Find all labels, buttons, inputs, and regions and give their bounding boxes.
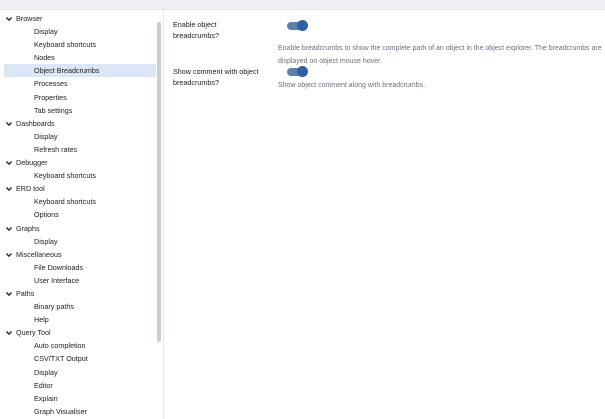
chevron-down-icon[interactable] [5, 120, 13, 128]
tree-item-label: Tab settings [34, 105, 73, 115]
chevron-down-icon[interactable] [5, 159, 13, 167]
preferences-content: Enable object breadcrumbs? Enable breadc… [164, 10, 605, 419]
tree-item-label: Query Tool [16, 328, 51, 338]
sidebar-item-editor[interactable]: Editor [4, 379, 156, 392]
sidebar-item-display[interactable]: Display [4, 366, 156, 379]
tree-item-label: Graphs [16, 223, 40, 233]
tree-group-erd-tool[interactable]: ERD tool [4, 182, 156, 195]
sidebar-item-nodes[interactable]: Nodes [4, 51, 156, 64]
tree-item-label: Display [34, 27, 58, 37]
tree-item-label: Graph Visualiser [34, 406, 88, 416]
tree-group-dashboards[interactable]: Dashboards [4, 117, 156, 130]
tree-item-label: Editor [34, 380, 53, 390]
sidebar-item-help[interactable]: Help [4, 313, 156, 326]
sidebar-item-tab-settings[interactable]: Tab settings [4, 104, 156, 117]
tree-item-label: ERD tool [16, 184, 45, 194]
tree-item-label: Nodes [34, 53, 55, 63]
preferences-tree: Browser Display Keyboard shortcuts Nodes Obj… [4, 12, 156, 418]
tree-item-label: Object Breadcrumbs [34, 66, 100, 76]
sidebar-item-display[interactable]: Display [4, 235, 156, 248]
sidebar-item-csv-txt-output[interactable]: CSV/TXT Output [4, 352, 156, 365]
sidebar-item-display[interactable]: Display [4, 130, 156, 143]
top-bar [0, 0, 605, 10]
chevron-down-icon[interactable] [5, 185, 13, 193]
tree-group-miscellaneous[interactable]: Miscellaneous [4, 248, 156, 261]
tree-item-label: Browser [16, 14, 43, 23]
tree-item-label: Paths [16, 288, 35, 298]
tree-item-label: Keyboard shortcuts [34, 40, 96, 50]
sidebar-scrollbar[interactable] [157, 22, 161, 342]
tree-item-label: CSV/TXT Output [34, 354, 88, 364]
preferences-sidebar: Browser Display Keyboard shortcuts Nodes Obj… [0, 10, 163, 419]
setting-label: Enable object breadcrumbs? [173, 20, 219, 40]
setting-help-text: Show object comment along with breadcrum… [278, 82, 426, 89]
sidebar-item-auto-completion[interactable]: Auto completion [4, 339, 156, 352]
tree-item-label: Keyboard shortcuts [34, 171, 96, 181]
tree-item-label: Processes [34, 79, 68, 89]
chevron-down-icon[interactable] [5, 15, 13, 23]
sidebar-item-display[interactable]: Display [4, 25, 156, 38]
sidebar-item-refresh-rates[interactable]: Refresh rates [4, 143, 156, 156]
tree-item-label: Display [34, 367, 58, 377]
tree-group-debugger[interactable]: Debugger [4, 156, 156, 169]
sidebar-item-user-interface[interactable]: User Interface [4, 274, 156, 287]
tree-item-label: Display [34, 131, 58, 141]
tree-item-label: Binary paths [34, 302, 74, 312]
chevron-down-icon[interactable] [5, 225, 13, 233]
tree-item-label: Keyboard shortcuts [34, 197, 96, 207]
chevron-down-icon[interactable] [5, 329, 13, 337]
tree-item-label: File Downloads [34, 262, 84, 272]
chevron-down-icon[interactable] [5, 290, 13, 298]
sidebar-item-binary-paths[interactable]: Binary paths [4, 300, 156, 313]
sidebar-item-processes[interactable]: Processes [4, 77, 156, 90]
tree-group-query-tool[interactable]: Query Tool [4, 326, 156, 339]
setting-label: Show comment with object breadcrumbs? [173, 67, 259, 87]
tree-group-graphs[interactable]: Graphs [4, 222, 156, 235]
tree-item-label: Dashboards [16, 118, 55, 128]
tree-item-label: Refresh rates [34, 144, 78, 154]
sidebar-item-properties[interactable]: Properties [4, 91, 156, 104]
tree-group-browser[interactable]: Browser [4, 12, 156, 25]
sidebar-item-options[interactable]: Options [4, 208, 156, 221]
sidebar-item-file-downloads[interactable]: File Downloads [4, 261, 156, 274]
chevron-down-icon[interactable] [5, 251, 13, 259]
toggle-knob [297, 20, 308, 31]
toggle-knob [297, 66, 308, 77]
sidebar-item-object-breadcrumbs[interactable]: Object Breadcrumbs [4, 64, 156, 78]
tree-item-label: User Interface [34, 275, 80, 285]
show-comment-toggle[interactable] [287, 66, 308, 77]
sidebar-item-keyboard-shortcuts[interactable]: Keyboard shortcuts [4, 195, 156, 208]
tree-item-label: Auto completion [34, 341, 86, 351]
tree-item-label: Miscellaneous [16, 249, 62, 259]
tree-item-label: Explain [34, 393, 58, 403]
tree-item-label: Options [34, 210, 59, 220]
setting-help-text: Enable breadcrumbs to show the complete … [278, 45, 602, 65]
tree-item-label: Debugger [16, 158, 48, 168]
sidebar-item-keyboard-shortcuts[interactable]: Keyboard shortcuts [4, 169, 156, 182]
enable-breadcrumbs-toggle[interactable] [287, 20, 308, 31]
sidebar-item-graph-visualiser[interactable]: Graph Visualiser [4, 405, 156, 418]
tree-item-label: Help [34, 315, 49, 325]
tree-item-label: Properties [34, 92, 67, 102]
sidebar-item-explain[interactable]: Explain [4, 392, 156, 405]
tree-group-paths[interactable]: Paths [4, 287, 156, 300]
sidebar-item-keyboard-shortcuts[interactable]: Keyboard shortcuts [4, 38, 156, 51]
tree-item-label: Display [34, 236, 58, 246]
